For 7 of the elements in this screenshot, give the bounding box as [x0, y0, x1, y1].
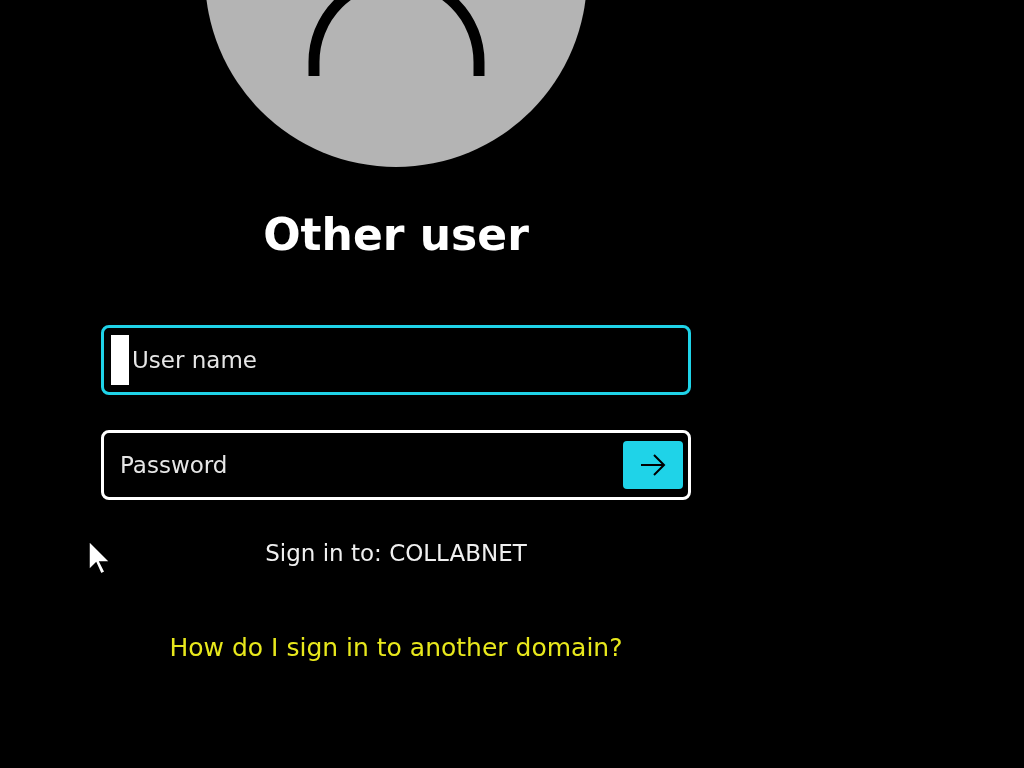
password-field[interactable]: Password [101, 430, 691, 500]
arrow-right-icon [640, 454, 666, 476]
help-link[interactable]: How do I sign in to another domain? [169, 632, 623, 664]
submit-button[interactable] [623, 441, 683, 489]
sign-in-domain: Sign in to: COLLABNET [265, 539, 527, 568]
user-title: Other user [263, 208, 529, 262]
username-field[interactable]: User name [101, 325, 691, 395]
